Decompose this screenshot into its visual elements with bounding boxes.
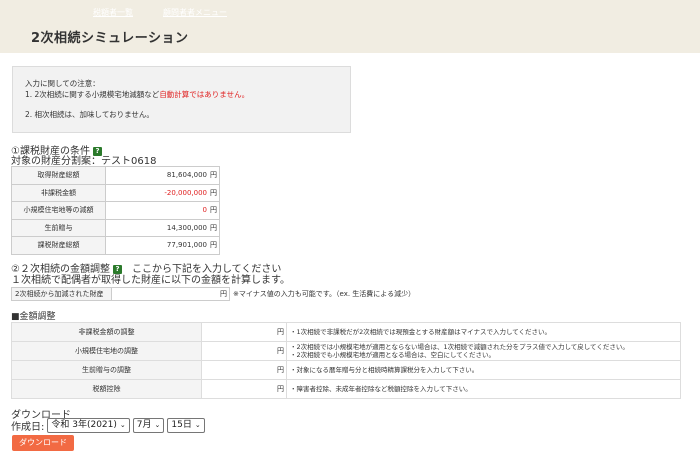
adjust-input[interactable]: 円 [201,341,287,361]
adjust-table: 非課税金額の調整円・1次相続で非課税だが2次相続では現預金とする財産額はマイナス… [11,322,681,399]
row-value-cell: 81,604,000 円 [105,166,220,185]
unit-label: 円 [277,328,284,336]
table-row: 非課税金額の調整 円・1次相続で非課税だが2次相続では現預金とする財産額はマイナス… [11,322,681,342]
second-title: ②２次相続の金額調整? ここから下記を入力してください [11,264,281,275]
added-assets-input[interactable]: 円 [111,287,230,301]
unit-label: 円 [210,241,217,250]
help-icon[interactable]: ? [112,264,122,274]
table-row: 非課税金額 -20,000,000 円 [11,183,220,202]
month-value: 7月 [136,420,152,430]
unit-label: 円 [277,347,284,355]
table-row: 税額控除 円・障害者控除、未成年者控除など税額控除を入力して下さい。 [11,379,681,399]
notice-heading: 入力に関しての注意： [25,79,100,88]
table-row: 生前贈与 14,300,000 円 [11,218,220,237]
row-value: 77,901,000 [166,241,207,250]
chevron-down-icon: ⌄ [119,421,126,429]
adjust-input[interactable]: 円 [201,379,287,399]
notice-line-1: 1. 2次相続に関する小規模宅地減額など自動計算ではありません。 [25,89,338,100]
table-row: 小規模住宅地等の減額 0 円 [11,201,220,220]
adjust-input[interactable]: 円 [201,360,287,380]
unit-label: 円 [210,188,217,197]
row-value-cell: 14,300,000 円 [105,218,220,237]
second-title-instruction: ここから下記を入力してください [131,264,282,275]
top-nav: 税額者一覧 顧問者者メニュー [93,7,227,18]
table-row: 取得財産総額 81,604,000 円 [11,166,220,185]
notice-box: 入力に関しての注意： 1. 2次相続に関する小規模宅地減額など自動計算ではありま… [12,66,351,133]
note-line: ・2次相続では小規模宅地が適用とならない場合は、1次相続で減額された分をプラス値… [290,343,629,351]
row-label: 小規模住宅地等の減額 [11,201,106,220]
table-row: 生前贈与の調整 円・対象になる暦年贈与分と相続時精算課税分を入力して下さい。 [11,360,681,380]
nav-link-menu[interactable]: 顧問者者メニュー [163,7,227,18]
row-value: 14,300,000 [166,223,207,232]
header-bar: 税額者一覧 顧問者者メニュー 2次相続シミュレーション [0,0,700,53]
year-value: 令和 3年(2021) [51,420,117,430]
day-value: 15日 [171,420,192,430]
table-row: 小規模住宅地の調整 円・2次相続では小規模宅地が適用とならない場合は、1次相続で減… [11,341,681,361]
unit-label: 円 [277,385,284,393]
table-row: 2次相続から加減された財産 円 ※マイナス値の入力も可能です。（ex. 生活費に… [11,287,452,301]
adjust-input[interactable]: 円 [201,322,287,342]
row-label: 非課税金額 [11,183,106,202]
note-line: ・2次相続でも小規模宅地が適用となる場合は、空白にしてください。 [290,351,496,359]
unit-label: 円 [277,366,284,374]
note-line: ・対象になる暦年贈与分と相続時精算課税分を入力して下さい。 [290,366,479,374]
chevron-down-icon: ⌄ [154,421,161,429]
chevron-down-icon: ⌄ [194,421,201,429]
page-title: 2次相続シミュレーション [31,31,189,46]
note-line: ・障害者控除、未成年者控除など税額控除を入力して下さい。 [290,385,472,393]
row-value-cell: -20,000,000 円 [105,183,220,202]
table-row: 課税財産総額 77,901,000 円 [11,236,220,255]
added-assets-label: 2次相続から加減された財産 [11,287,112,301]
row-value: 0 [202,206,207,215]
adjust-note: ・1次相続で非課税だが2次相続では現預金とする財産額はマイナスで入力してください… [286,322,681,342]
second-subtitle: １次相続で配偶者が取得した財産に以下の金額を計算します。 [11,275,290,286]
help-icon[interactable]: ? [92,146,102,156]
notice-line-1-text: 1. 2次相続に関する小規模宅地減額など [25,90,160,99]
adjust-label: 小規模住宅地の調整 [11,341,202,361]
notice-line-2: 2. 相次相続は、加味しておりません。 [25,110,154,119]
adjust-note: ・障害者控除、未成年者控除など税額控除を入力して下さい。 [286,379,681,399]
row-value: 81,604,000 [166,171,207,180]
download-button[interactable]: ダウンロード [12,435,74,451]
row-value: -20,000,000 [164,188,207,197]
row-value-cell: 77,901,000 円 [105,236,220,255]
adjust-label: 非課税金額の調整 [11,322,202,342]
unit-label: 円 [210,206,217,215]
month-select[interactable]: 7月 ⌄ [132,418,165,433]
row-value-cell: 0円 [105,201,220,220]
row-label: 取得財産総額 [11,166,106,185]
year-select[interactable]: 令和 3年(2021) ⌄ [47,418,130,433]
date-row: 作成日: 令和 3年(2021) ⌄ 7月 ⌄ 15日 ⌄ [11,418,205,433]
unit-label: 円 [210,223,217,232]
adjust-label: 税額控除 [11,379,202,399]
row-label: 課税財産総額 [11,236,106,255]
adjust-label: 生前贈与の調整 [11,360,202,380]
unit-label: 円 [210,171,217,180]
adjust-note: ・2次相続では小規模宅地が適用とならない場合は、1次相続で減額された分をプラス値… [286,341,681,361]
date-label: 作成日: [11,422,45,433]
unit-label: 円 [220,290,227,298]
notice-line-1-warning: 自動計算ではありません。 [159,90,250,99]
adjust-note: ・対象になる暦年贈与分と相続時精算課税分を入力して下さい。 [286,360,681,380]
second-title-text: ②２次相続の金額調整 [11,264,110,275]
note-line: ・1次相続で非課税だが2次相続では現預金とする財産額はマイナスで入力してください… [290,328,552,336]
added-assets-note: ※マイナス値の入力も可能です。（ex. 生活費による減少） [233,290,416,298]
row-label: 生前贈与 [11,218,106,237]
nav-link-list[interactable]: 税額者一覧 [93,7,133,18]
conditions-table: 取得財産総額 81,604,000 円非課税金額 -20,000,000 円小規模住宅地… [11,166,220,255]
day-select[interactable]: 15日 ⌄ [167,418,205,433]
added-assets-table: 2次相続から加減された財産 円 ※マイナス値の入力も可能です。（ex. 生活費に… [11,287,452,301]
